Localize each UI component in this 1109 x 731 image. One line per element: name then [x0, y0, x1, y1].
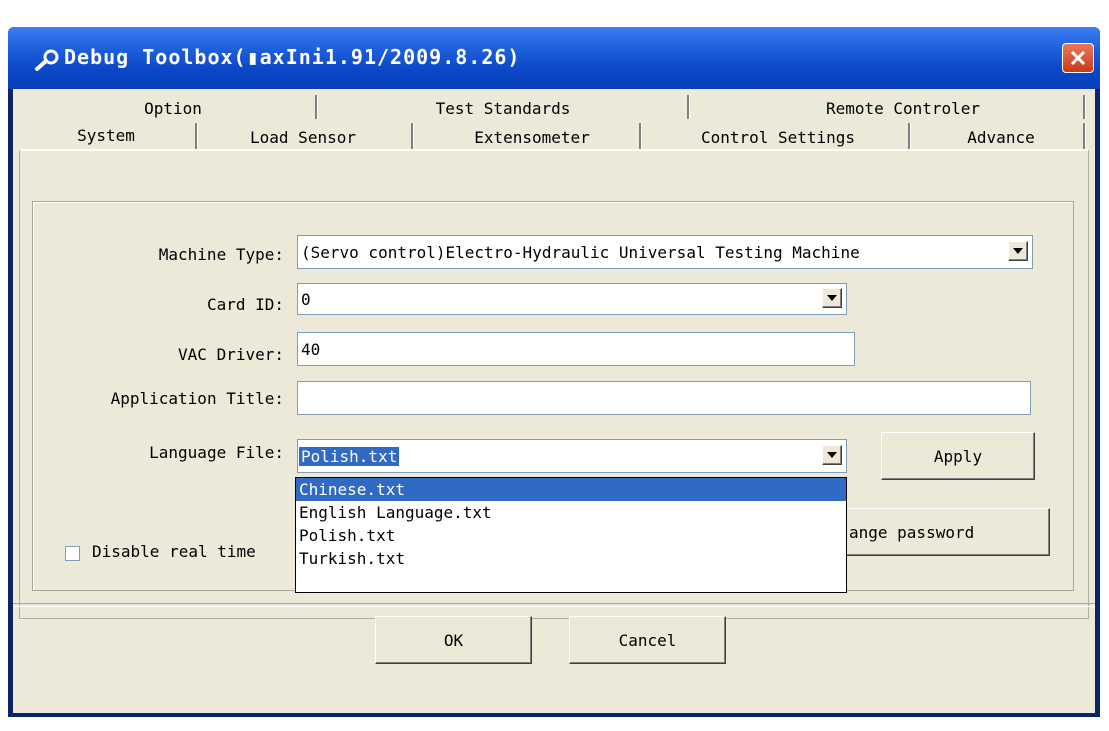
chevron-down-icon — [827, 295, 837, 301]
window-title: Debug Toolbox(▮axIni1.91/2009.8.26) — [64, 45, 521, 69]
tab-divider — [1083, 123, 1086, 151]
vac-driver-value: 40 — [301, 339, 321, 359]
vac-driver-label: VAC Driver: — [178, 345, 284, 364]
tab-divider — [315, 95, 318, 119]
tab-load-sensor[interactable]: Load Sensor — [223, 123, 383, 151]
debug-toolbox-window: Debug Toolbox(▮axIni1.91/2009.8.26) Opti… — [8, 27, 1100, 717]
tab-option[interactable]: Option — [113, 94, 233, 122]
language-option[interactable]: Polish.txt — [296, 524, 846, 547]
tab-test-standards[interactable]: Test Standards — [403, 94, 603, 122]
language-file-label: Language File: — [149, 443, 284, 462]
language-file-select[interactable]: Polish.txt — [297, 439, 847, 473]
chevron-down-icon — [1013, 248, 1023, 254]
language-file-dropdown-list[interactable]: Chinese.txt English Language.txt Polish.… — [295, 477, 847, 593]
tab-divider — [687, 95, 690, 119]
machine-type-select[interactable]: (Servo control)Electro-Hydraulic Univers… — [297, 235, 1033, 269]
tab-divider — [639, 123, 642, 151]
tab-divider — [195, 123, 198, 151]
tab-system[interactable]: System — [51, 121, 161, 149]
apply-button[interactable]: Apply — [881, 432, 1035, 480]
tab-divider — [908, 123, 911, 151]
tab-extensometer[interactable]: Extensometer — [437, 123, 627, 151]
application-title-input[interactable] — [297, 381, 1031, 415]
language-option[interactable]: Turkish.txt — [296, 547, 846, 570]
tab-divider — [1083, 95, 1086, 119]
disable-real-time-label: Disable real time — [92, 542, 256, 561]
machine-type-value: (Servo control)Electro-Hydraulic Univers… — [301, 242, 860, 262]
tab-advance[interactable]: Advance — [921, 123, 1081, 151]
card-id-dropdown-button[interactable] — [822, 288, 842, 308]
card-id-label: Card ID: — [206, 295, 284, 314]
cancel-button[interactable]: Cancel — [569, 616, 726, 664]
footer-divider — [13, 603, 1095, 607]
machine-type-dropdown-button[interactable] — [1008, 241, 1028, 261]
close-button[interactable] — [1062, 43, 1094, 73]
wrench-icon — [34, 49, 62, 71]
close-icon — [1070, 50, 1086, 66]
machine-type-label: Machine Type: — [158, 245, 284, 264]
card-id-select[interactable]: 0 — [297, 283, 847, 315]
tab-control-settings[interactable]: Control Settings — [663, 123, 893, 151]
language-file-value: Polish.txt — [299, 446, 400, 466]
chevron-down-icon — [827, 452, 837, 458]
change-password-button[interactable]: ange password — [840, 508, 1050, 556]
language-option[interactable]: English Language.txt — [296, 501, 846, 524]
card-id-value: 0 — [301, 289, 311, 309]
tab-divider — [411, 123, 414, 151]
language-file-dropdown-button[interactable] — [822, 445, 842, 465]
title-bar[interactable]: Debug Toolbox(▮axIni1.91/2009.8.26) — [8, 27, 1100, 89]
disable-real-time-checkbox[interactable] — [65, 546, 80, 561]
application-title-label: Application Title: — [110, 389, 284, 408]
vac-driver-input[interactable]: 40 — [297, 332, 855, 366]
tab-remote-controler[interactable]: Remote Controler — [773, 94, 1033, 122]
language-option[interactable]: Chinese.txt — [296, 478, 846, 501]
ok-button[interactable]: OK — [375, 616, 532, 664]
